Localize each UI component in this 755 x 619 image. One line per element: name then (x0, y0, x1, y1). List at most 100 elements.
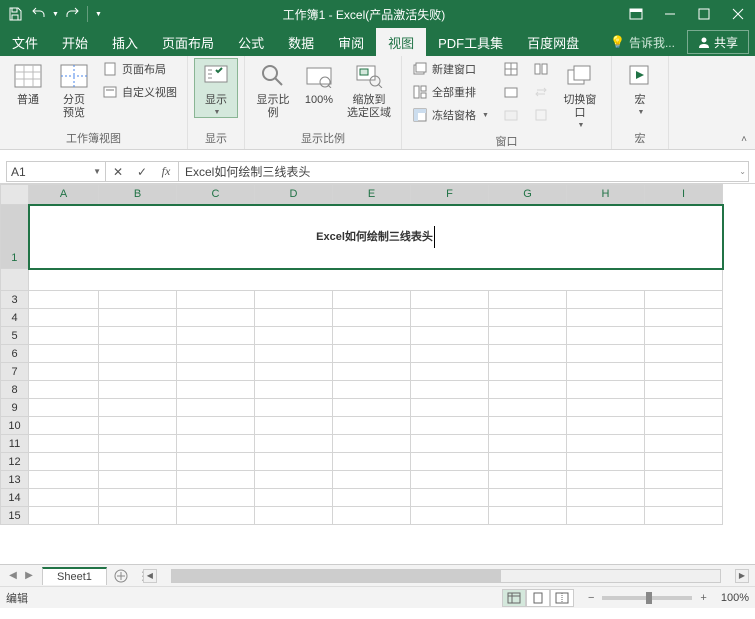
cell[interactable] (29, 381, 99, 399)
scroll-left-icon[interactable]: ◀ (143, 569, 157, 583)
cell[interactable] (177, 453, 255, 471)
cell[interactable] (255, 381, 333, 399)
cell[interactable] (177, 399, 255, 417)
cell[interactable] (29, 327, 99, 345)
cell[interactable] (411, 363, 489, 381)
cell[interactable] (99, 363, 177, 381)
tab-baidu[interactable]: 百度网盘 (515, 28, 591, 56)
cell[interactable] (177, 363, 255, 381)
cell[interactable] (255, 471, 333, 489)
pagelayout-view-icon[interactable] (526, 589, 550, 607)
sheet-nav-prev-icon[interactable]: ◀ (6, 570, 20, 581)
cell[interactable] (645, 489, 723, 507)
new-window-button[interactable]: 新建窗口 (408, 58, 493, 80)
cell[interactable] (29, 489, 99, 507)
cell[interactable] (489, 399, 567, 417)
row-header[interactable]: 11 (1, 435, 29, 453)
scroll-right-icon[interactable]: ▶ (735, 569, 749, 583)
cell[interactable] (255, 489, 333, 507)
sheet-tab[interactable]: Sheet1 (42, 567, 107, 585)
cell[interactable] (411, 453, 489, 471)
expand-formula-icon[interactable]: ⌄ (739, 167, 746, 176)
pagebreak-view-button[interactable]: 分页 预览 (52, 58, 96, 122)
cell[interactable] (489, 417, 567, 435)
cell[interactable] (255, 417, 333, 435)
cell[interactable] (333, 345, 411, 363)
cell[interactable] (333, 291, 411, 309)
row-header[interactable]: 14 (1, 489, 29, 507)
cell[interactable] (177, 489, 255, 507)
cell[interactable] (29, 363, 99, 381)
cell[interactable] (177, 507, 255, 525)
view-side-button[interactable] (529, 58, 553, 80)
col-header[interactable]: B (99, 185, 177, 205)
chevron-down-icon[interactable]: ▼ (93, 167, 101, 176)
cell[interactable] (333, 309, 411, 327)
scroll-thumb[interactable] (172, 570, 501, 582)
split-button[interactable] (499, 58, 523, 80)
cell[interactable] (29, 269, 723, 291)
tab-home[interactable]: 开始 (50, 28, 100, 56)
cell[interactable] (645, 309, 723, 327)
switch-windows-button[interactable]: 切换窗口 ▼ (555, 58, 605, 131)
redo-icon[interactable] (61, 3, 83, 25)
cell[interactable] (99, 471, 177, 489)
cell[interactable] (645, 291, 723, 309)
cell[interactable] (411, 291, 489, 309)
cell[interactable] (333, 327, 411, 345)
scroll-track[interactable] (171, 569, 721, 583)
row-header[interactable]: 3 (1, 291, 29, 309)
horizontal-scrollbar[interactable]: ⋮ ◀ ▶ (137, 569, 749, 583)
cell[interactable] (177, 345, 255, 363)
cell[interactable] (567, 489, 645, 507)
formula-input[interactable]: Excel如何绘制三线表头 ⌄ (179, 161, 749, 182)
cell[interactable] (489, 471, 567, 489)
col-header[interactable]: F (411, 185, 489, 205)
cell[interactable] (567, 327, 645, 345)
col-header[interactable]: E (333, 185, 411, 205)
cell[interactable] (99, 309, 177, 327)
col-header[interactable]: G (489, 185, 567, 205)
cell[interactable] (489, 381, 567, 399)
cell[interactable] (567, 453, 645, 471)
cell[interactable] (567, 399, 645, 417)
tab-insert[interactable]: 插入 (100, 28, 150, 56)
zoom-100-button[interactable]: 100% (297, 58, 341, 109)
cell[interactable] (177, 381, 255, 399)
row-header[interactable]: 15 (1, 507, 29, 525)
name-box[interactable]: A1 ▼ (6, 161, 106, 182)
tab-pagelayout[interactable]: 页面布局 (150, 28, 226, 56)
cell[interactable] (645, 327, 723, 345)
add-sheet-button[interactable] (111, 567, 131, 585)
macros-button[interactable]: 宏 ▼ (618, 58, 662, 118)
cell[interactable] (489, 327, 567, 345)
cell[interactable] (411, 345, 489, 363)
cell[interactable] (567, 381, 645, 399)
cell[interactable] (99, 435, 177, 453)
row-header[interactable]: 13 (1, 471, 29, 489)
tab-data[interactable]: 数据 (276, 28, 326, 56)
confirm-edit-icon[interactable]: ✓ (130, 162, 154, 181)
tab-review[interactable]: 审阅 (326, 28, 376, 56)
cell[interactable] (567, 471, 645, 489)
cell[interactable] (411, 471, 489, 489)
cell[interactable] (645, 435, 723, 453)
cell[interactable] (411, 435, 489, 453)
cell[interactable] (29, 417, 99, 435)
cell[interactable] (489, 291, 567, 309)
cell[interactable] (99, 489, 177, 507)
row-header[interactable]: 7 (1, 363, 29, 381)
tab-pdf[interactable]: PDF工具集 (426, 28, 515, 56)
cell[interactable] (567, 435, 645, 453)
col-header[interactable]: A (29, 185, 99, 205)
cell[interactable] (567, 417, 645, 435)
freeze-panes-button[interactable]: 冻结窗格 ▼ (408, 104, 493, 126)
cell[interactable] (333, 471, 411, 489)
cell[interactable] (411, 381, 489, 399)
merged-cell-a1[interactable]: Excel如何绘制三线表头 (29, 205, 723, 269)
cell[interactable] (489, 507, 567, 525)
cell[interactable] (255, 327, 333, 345)
cell[interactable] (489, 453, 567, 471)
cell[interactable] (411, 417, 489, 435)
cell[interactable] (489, 309, 567, 327)
